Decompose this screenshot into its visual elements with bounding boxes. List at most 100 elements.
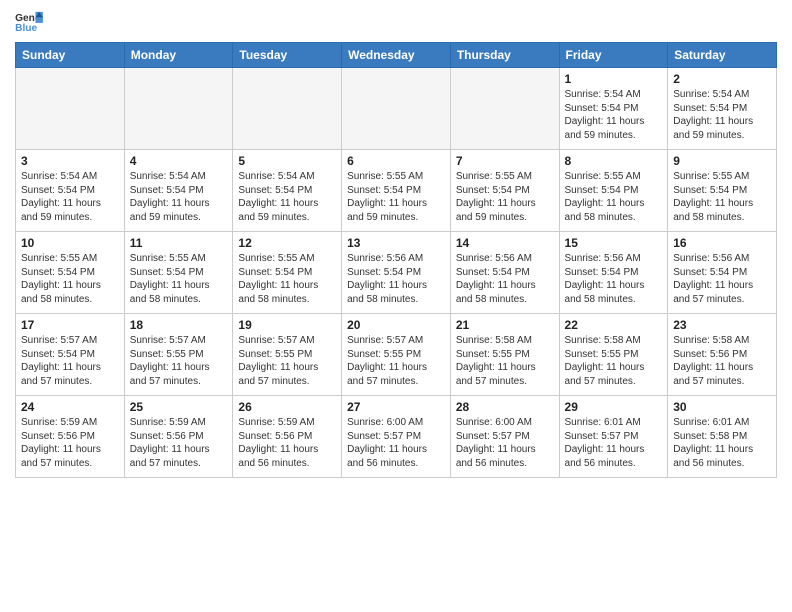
- calendar-week-4: 17 Sunrise: 5:57 AMSunset: 5:54 PMDayligh…: [16, 314, 777, 396]
- calendar-day: [342, 68, 451, 150]
- calendar-day: 1 Sunrise: 5:54 AMSunset: 5:54 PMDaylight…: [559, 68, 668, 150]
- weekday-header-monday: Monday: [124, 43, 233, 68]
- calendar-day: 17 Sunrise: 5:57 AMSunset: 5:54 PMDayligh…: [16, 314, 125, 396]
- day-info: Sunrise: 5:58 AMSunset: 5:56 PMDaylight:…: [673, 334, 771, 388]
- calendar-day: [124, 68, 233, 150]
- logo: General Blue: [15, 10, 43, 34]
- page-container: General Blue SundayMondayTuesdayWednesda…: [0, 0, 792, 488]
- calendar-day: 3 Sunrise: 5:54 AMSunset: 5:54 PMDaylight…: [16, 150, 125, 232]
- day-info: Sunrise: 6:01 AMSunset: 5:58 PMDaylight:…: [673, 416, 771, 470]
- day-number: 20: [347, 318, 445, 332]
- day-number: 5: [238, 154, 336, 168]
- day-info: Sunrise: 5:59 AMSunset: 5:56 PMDaylight:…: [238, 416, 336, 470]
- calendar-day: 27 Sunrise: 6:00 AMSunset: 5:57 PMDayligh…: [342, 396, 451, 478]
- day-number: 6: [347, 154, 445, 168]
- day-info: Sunrise: 6:00 AMSunset: 5:57 PMDaylight:…: [347, 416, 445, 470]
- day-info: Sunrise: 5:56 AMSunset: 5:54 PMDaylight:…: [673, 252, 771, 306]
- calendar-day: 8 Sunrise: 5:55 AMSunset: 5:54 PMDaylight…: [559, 150, 668, 232]
- day-info: Sunrise: 5:55 AMSunset: 5:54 PMDaylight:…: [130, 252, 228, 306]
- day-number: 8: [565, 154, 663, 168]
- day-number: 26: [238, 400, 336, 414]
- calendar-day: 24 Sunrise: 5:59 AMSunset: 5:56 PMDayligh…: [16, 396, 125, 478]
- calendar-day: 14 Sunrise: 5:56 AMSunset: 5:54 PMDayligh…: [450, 232, 559, 314]
- calendar-day: 10 Sunrise: 5:55 AMSunset: 5:54 PMDayligh…: [16, 232, 125, 314]
- day-number: 30: [673, 400, 771, 414]
- day-info: Sunrise: 5:58 AMSunset: 5:55 PMDaylight:…: [565, 334, 663, 388]
- day-number: 1: [565, 72, 663, 86]
- day-info: Sunrise: 5:54 AMSunset: 5:54 PMDaylight:…: [238, 170, 336, 224]
- calendar-day: 7Sunrise: 5:55 AMSunset: 5:54 PMDaylight…: [450, 150, 559, 232]
- day-info: Sunrise: 6:00 AMSunset: 5:57 PMDaylight:…: [456, 416, 554, 470]
- day-info: Sunrise: 5:54 AMSunset: 5:54 PMDaylight:…: [673, 88, 771, 142]
- calendar-day: 15Sunrise: 5:56 AMSunset: 5:54 PMDayligh…: [559, 232, 668, 314]
- calendar-day: 9 Sunrise: 5:55 AMSunset: 5:54 PMDaylight…: [668, 150, 777, 232]
- calendar-day: [16, 68, 125, 150]
- day-info: Sunrise: 5:55 AMSunset: 5:54 PMDaylight:…: [347, 170, 445, 224]
- calendar-day: 28 Sunrise: 6:00 AMSunset: 5:57 PMDayligh…: [450, 396, 559, 478]
- day-info: Sunrise: 5:59 AMSunset: 5:56 PMDaylight:…: [21, 416, 119, 470]
- day-info: Sunrise: 5:56 AMSunset: 5:54 PMDaylight:…: [347, 252, 445, 306]
- day-number: 4: [130, 154, 228, 168]
- calendar-day: 16 Sunrise: 5:56 AMSunset: 5:54 PMDayligh…: [668, 232, 777, 314]
- calendar-day: 4Sunrise: 5:54 AMSunset: 5:54 PMDaylight…: [124, 150, 233, 232]
- day-number: 24: [21, 400, 119, 414]
- day-info: Sunrise: 5:56 AMSunset: 5:54 PMDaylight:…: [565, 252, 663, 306]
- day-info: Sunrise: 5:58 AMSunset: 5:55 PMDaylight:…: [456, 334, 554, 388]
- day-number: 2: [673, 72, 771, 86]
- calendar-day: 21 Sunrise: 5:58 AMSunset: 5:55 PMDayligh…: [450, 314, 559, 396]
- day-number: 18: [130, 318, 228, 332]
- day-number: 14: [456, 236, 554, 250]
- calendar-day: 30 Sunrise: 6:01 AMSunset: 5:58 PMDayligh…: [668, 396, 777, 478]
- calendar-day: 2 Sunrise: 5:54 AMSunset: 5:54 PMDaylight…: [668, 68, 777, 150]
- day-number: 25: [130, 400, 228, 414]
- calendar-day: 26 Sunrise: 5:59 AMSunset: 5:56 PMDayligh…: [233, 396, 342, 478]
- page-header: General Blue: [15, 10, 777, 34]
- svg-text:Blue: Blue: [15, 23, 37, 34]
- day-number: 22: [565, 318, 663, 332]
- calendar-day: 6 Sunrise: 5:55 AMSunset: 5:54 PMDaylight…: [342, 150, 451, 232]
- weekday-header-tuesday: Tuesday: [233, 43, 342, 68]
- day-number: 17: [21, 318, 119, 332]
- weekday-header-thursday: Thursday: [450, 43, 559, 68]
- calendar-day: [233, 68, 342, 150]
- calendar-day: [450, 68, 559, 150]
- weekday-header-sunday: Sunday: [16, 43, 125, 68]
- day-info: Sunrise: 5:54 AMSunset: 5:54 PMDaylight:…: [21, 170, 119, 224]
- day-info: Sunrise: 5:55 AMSunset: 5:54 PMDaylight:…: [21, 252, 119, 306]
- day-info: Sunrise: 5:56 AMSunset: 5:54 PMDaylight:…: [456, 252, 554, 306]
- day-info: Sunrise: 5:57 AMSunset: 5:55 PMDaylight:…: [347, 334, 445, 388]
- calendar-day: 18Sunrise: 5:57 AMSunset: 5:55 PMDayligh…: [124, 314, 233, 396]
- day-number: 16: [673, 236, 771, 250]
- day-number: 9: [673, 154, 771, 168]
- calendar-day: 11Sunrise: 5:55 AMSunset: 5:54 PMDayligh…: [124, 232, 233, 314]
- day-info: Sunrise: 5:55 AMSunset: 5:54 PMDaylight:…: [238, 252, 336, 306]
- calendar-day: 19Sunrise: 5:57 AMSunset: 5:55 PMDayligh…: [233, 314, 342, 396]
- day-number: 28: [456, 400, 554, 414]
- day-info: Sunrise: 5:54 AMSunset: 5:54 PMDaylight:…: [565, 88, 663, 142]
- calendar-day: 13 Sunrise: 5:56 AMSunset: 5:54 PMDayligh…: [342, 232, 451, 314]
- day-info: Sunrise: 5:57 AMSunset: 5:54 PMDaylight:…: [21, 334, 119, 388]
- day-number: 29: [565, 400, 663, 414]
- day-info: Sunrise: 5:55 AMSunset: 5:54 PMDaylight:…: [565, 170, 663, 224]
- day-info: Sunrise: 5:59 AMSunset: 5:56 PMDaylight:…: [130, 416, 228, 470]
- day-number: 7: [456, 154, 554, 168]
- day-info: Sunrise: 5:55 AMSunset: 5:54 PMDaylight:…: [673, 170, 771, 224]
- calendar-day: 20 Sunrise: 5:57 AMSunset: 5:55 PMDayligh…: [342, 314, 451, 396]
- calendar-table: SundayMondayTuesdayWednesdayThursdayFrid…: [15, 42, 777, 478]
- day-number: 3: [21, 154, 119, 168]
- day-number: 13: [347, 236, 445, 250]
- calendar-day: 23 Sunrise: 5:58 AMSunset: 5:56 PMDayligh…: [668, 314, 777, 396]
- calendar-day: 29 Sunrise: 6:01 AMSunset: 5:57 PMDayligh…: [559, 396, 668, 478]
- calendar-day: 25 Sunrise: 5:59 AMSunset: 5:56 PMDayligh…: [124, 396, 233, 478]
- day-info: Sunrise: 5:57 AMSunset: 5:55 PMDaylight:…: [238, 334, 336, 388]
- day-number: 12: [238, 236, 336, 250]
- day-number: 27: [347, 400, 445, 414]
- weekday-header-wednesday: Wednesday: [342, 43, 451, 68]
- day-number: 10: [21, 236, 119, 250]
- calendar-day: 22 Sunrise: 5:58 AMSunset: 5:55 PMDayligh…: [559, 314, 668, 396]
- day-info: Sunrise: 6:01 AMSunset: 5:57 PMDaylight:…: [565, 416, 663, 470]
- day-number: 23: [673, 318, 771, 332]
- day-number: 21: [456, 318, 554, 332]
- calendar-week-2: 3 Sunrise: 5:54 AMSunset: 5:54 PMDaylight…: [16, 150, 777, 232]
- logo-icon: General Blue: [15, 10, 43, 34]
